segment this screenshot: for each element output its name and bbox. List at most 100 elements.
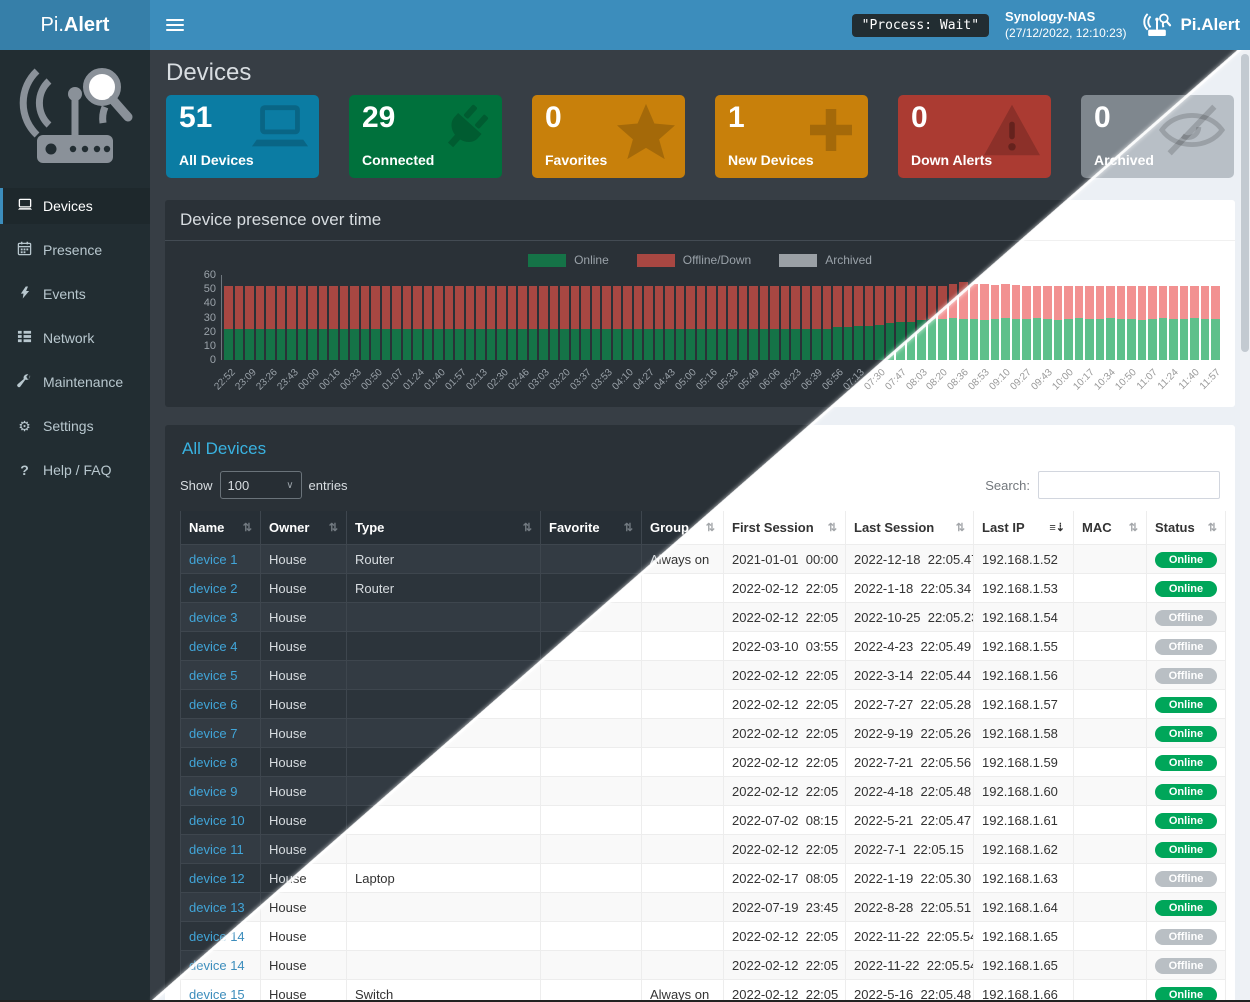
cell-type: Laptop <box>347 864 541 893</box>
column-label: Group <box>650 520 689 535</box>
all-devices-count: 51 <box>179 101 212 135</box>
app-logo[interactable]: Pi.Alert <box>0 0 150 50</box>
chart-bar <box>1180 286 1189 360</box>
device-link[interactable]: device 12 <box>189 871 245 886</box>
down-alerts-box[interactable]: 0 Down Alerts <box>898 95 1051 178</box>
column-header-last-session[interactable]: Last Session⇅ <box>846 511 974 545</box>
column-header-name[interactable]: Name⇅ <box>181 511 261 545</box>
cell-last-session: 2022-1-18 22:05.34 <box>846 574 974 603</box>
device-link[interactable]: device 1 <box>189 552 237 567</box>
cell-status: Online <box>1147 980 1226 1001</box>
chart-bar <box>686 286 695 360</box>
cell-last-session: 2022-12-18 22:05.47 <box>846 545 974 574</box>
device-link[interactable]: device 4 <box>189 639 237 654</box>
warning-triangle-icon <box>981 102 1043 158</box>
chart-bar <box>644 286 653 360</box>
cell-type: Switch <box>347 980 541 1001</box>
cell-last-session: 2022-10-25 22:05.23 <box>846 603 974 632</box>
sidebar-item-devices[interactable]: Devices <box>0 188 150 224</box>
sidebar-item-network[interactable]: Network <box>0 320 150 356</box>
column-label: First Session <box>732 520 814 535</box>
cell-status: Offline <box>1147 661 1226 690</box>
sidebar-toggle-button[interactable] <box>166 16 184 34</box>
calendar-icon <box>16 241 33 259</box>
favorites-box[interactable]: 0 Favorites <box>532 95 685 178</box>
new-devices-box[interactable]: 1 New Devices <box>715 95 868 178</box>
cell-mac <box>1074 777 1147 806</box>
column-header-type[interactable]: Type⇅ <box>347 511 541 545</box>
cell-type <box>347 661 541 690</box>
search-input[interactable] <box>1038 471 1220 499</box>
entries-select[interactable]: 100∨ <box>220 471 302 499</box>
device-link[interactable]: device 5 <box>189 668 237 683</box>
sidebar-item-settings[interactable]: ⚙ Settings <box>0 408 150 444</box>
cell-favorite <box>541 864 642 893</box>
device-link[interactable]: device 8 <box>189 755 237 770</box>
chart-bar <box>749 286 758 360</box>
cell-group <box>642 806 724 835</box>
cell-owner: House <box>261 690 347 719</box>
column-header-favorite[interactable]: Favorite⇅ <box>541 511 642 545</box>
cell-group <box>642 835 724 864</box>
legend-label: Archived <box>825 253 872 267</box>
cell-mac <box>1074 690 1147 719</box>
scrollbar-thumb[interactable] <box>1241 54 1249 352</box>
cell-favorite <box>541 893 642 922</box>
cell-mac <box>1074 545 1147 574</box>
chart-bar <box>1159 286 1168 360</box>
device-link[interactable]: device 15 <box>189 987 245 1001</box>
sidebar-item-help[interactable]: ? Help / FAQ <box>0 452 150 488</box>
device-link[interactable]: device 2 <box>189 581 237 596</box>
cell-name: device 5 <box>181 661 261 690</box>
device-link[interactable]: device 13 <box>189 900 245 915</box>
cell-last-ip: 192.168.1.58 <box>974 719 1074 748</box>
cell-mac <box>1074 603 1147 632</box>
device-link[interactable]: device 3 <box>189 610 237 625</box>
column-header-mac[interactable]: MAC⇅ <box>1074 511 1147 545</box>
page-length-control: Show 100∨ entries <box>180 471 348 499</box>
chart-bar <box>1138 286 1147 360</box>
chart-bar <box>854 286 863 360</box>
gear-icon: ⚙ <box>16 418 33 435</box>
chart-bar <box>602 286 611 360</box>
column-label: Type <box>355 520 384 535</box>
sidebar-item-maintenance[interactable]: Maintenance <box>0 364 150 400</box>
chart-bar <box>739 286 748 360</box>
chart-bar <box>413 286 422 360</box>
cell-name: device 1 <box>181 545 261 574</box>
device-link[interactable]: device 10 <box>189 813 245 828</box>
device-link[interactable]: device 6 <box>189 697 237 712</box>
cell-first-session: 2022-02-12 22:05 <box>724 603 846 632</box>
chart-bar <box>802 286 811 360</box>
all-devices-box[interactable]: 51 All Devices <box>166 95 319 178</box>
cell-favorite <box>541 980 642 1001</box>
connected-box[interactable]: 29 Connected <box>349 95 502 178</box>
cell-last-ip: 192.168.1.52 <box>974 545 1074 574</box>
cell-mac <box>1074 574 1147 603</box>
cell-type: Router <box>347 574 541 603</box>
sidebar-item-events[interactable]: Events <box>0 276 150 312</box>
cell-first-session: 2021-01-01 00:00 <box>724 545 846 574</box>
scrollbar[interactable] <box>1240 50 1250 1000</box>
cell-owner: House <box>261 603 347 632</box>
sidebar-item-presence[interactable]: Presence <box>0 232 150 268</box>
cell-name: device 3 <box>181 603 261 632</box>
cell-type <box>347 603 541 632</box>
cell-type: Router <box>347 545 541 574</box>
chart-bar <box>392 286 401 360</box>
cell-last-ip: 192.168.1.53 <box>974 574 1074 603</box>
column-header-last-ip[interactable]: Last IP≡⇣ <box>974 511 1074 545</box>
chart-bar <box>844 286 853 360</box>
column-header-owner[interactable]: Owner⇅ <box>261 511 347 545</box>
device-link[interactable]: device 7 <box>189 726 237 741</box>
column-header-status[interactable]: Status⇅ <box>1147 511 1226 545</box>
online-swatch <box>528 254 566 267</box>
cell-favorite <box>541 545 642 574</box>
cell-first-session: 2022-07-02 08:15 <box>724 806 846 835</box>
device-link[interactable]: device 9 <box>189 784 237 799</box>
device-link[interactable]: device 11 <box>189 842 244 857</box>
chart-bar <box>550 286 559 360</box>
cell-name: device 6 <box>181 690 261 719</box>
show-label: Show <box>180 478 213 493</box>
column-header-first-session[interactable]: First Session⇅ <box>724 511 846 545</box>
